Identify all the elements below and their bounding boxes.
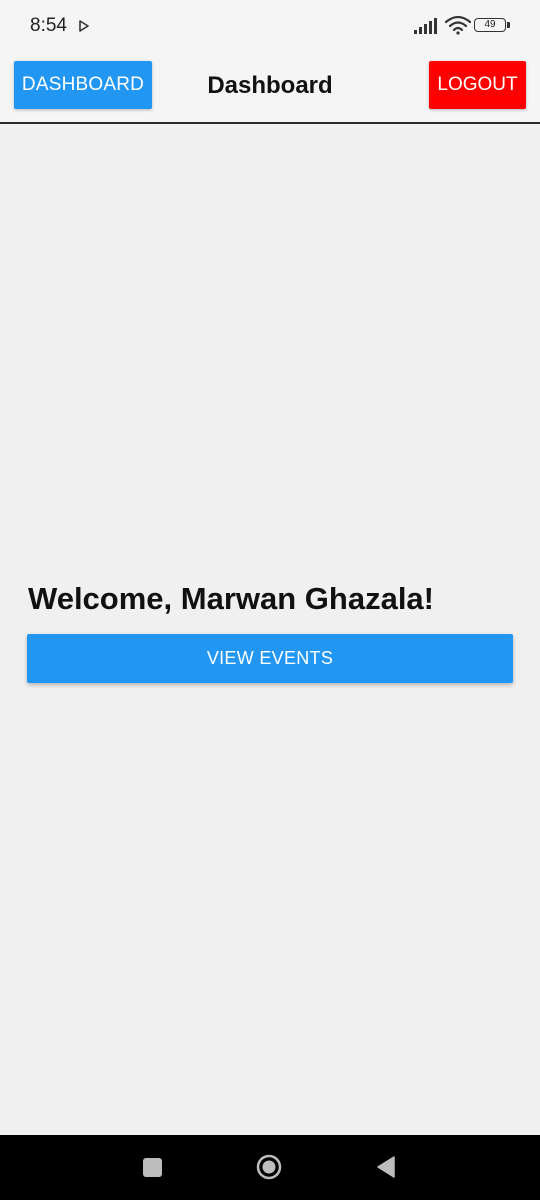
welcome-heading: Welcome, Marwan Ghazala! — [28, 581, 434, 616]
logout-button[interactable]: Logout — [429, 61, 526, 109]
status-bar: 8:54 49 — [0, 0, 540, 48]
battery-level: 49 — [474, 18, 506, 32]
play-icon — [79, 20, 89, 32]
recents-icon[interactable] — [143, 1158, 162, 1177]
system-nav-bar — [0, 1135, 540, 1200]
battery-icon: 49 — [474, 18, 512, 34]
home-icon[interactable] — [256, 1154, 282, 1180]
app-header: Dashboard Dashboard Logout — [0, 48, 540, 124]
signal-icon — [414, 18, 437, 34]
back-icon[interactable] — [376, 1156, 396, 1178]
wifi-icon — [445, 15, 471, 35]
status-time: 8:54 — [30, 15, 67, 36]
view-events-button[interactable]: View Events — [27, 634, 513, 683]
battery-tip — [507, 22, 510, 28]
